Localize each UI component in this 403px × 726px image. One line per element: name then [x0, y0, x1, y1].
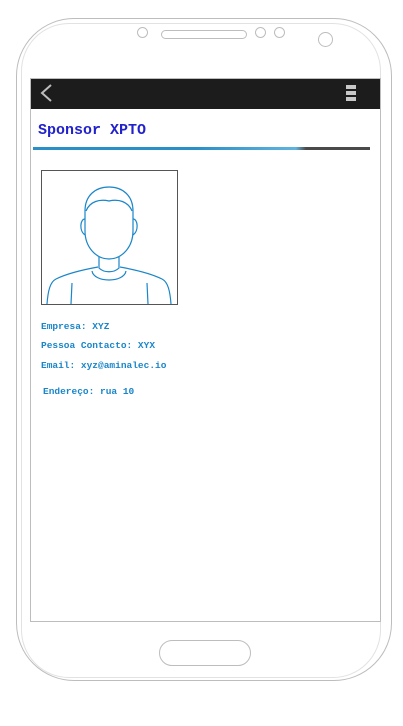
sponsor-address: Endereço: rua 10 — [43, 386, 135, 397]
earpiece-speaker — [161, 30, 247, 39]
ambient-sensor — [274, 27, 285, 38]
overflow-menu-button[interactable] — [346, 85, 358, 103]
app-bar — [31, 79, 380, 109]
sponsor-company: Empresa: XYZ — [41, 321, 110, 332]
user-avatar-icon — [46, 186, 172, 305]
proximity-sensor — [137, 27, 148, 38]
phone-screen: Sponsor XPTO Empresa: XYZ Pessoa Contact… — [30, 78, 381, 622]
sponsor-photo — [41, 170, 178, 305]
menu-bar — [346, 91, 356, 95]
front-camera — [318, 32, 333, 47]
chevron-left-icon — [40, 84, 52, 102]
menu-bar — [346, 97, 356, 101]
page-title: Sponsor XPTO — [38, 122, 147, 139]
home-button[interactable] — [159, 640, 251, 666]
menu-bar — [346, 85, 356, 89]
back-button[interactable] — [37, 81, 63, 107]
light-sensor — [255, 27, 266, 38]
title-divider — [33, 147, 370, 150]
sponsor-contact: Pessoa Contacto: XYX — [41, 340, 156, 351]
sponsor-email[interactable]: Email: xyz@aminalec.io — [41, 360, 166, 371]
